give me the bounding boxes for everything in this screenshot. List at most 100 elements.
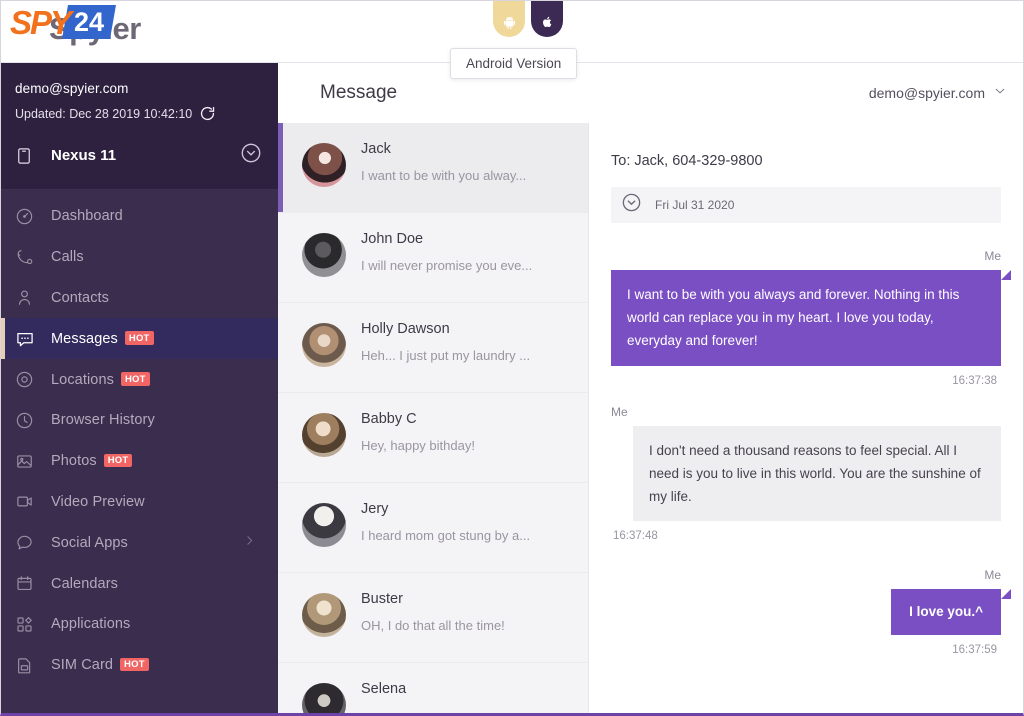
avatar (302, 323, 346, 367)
list-item[interactable]: Jack I want to be with you alway... (278, 123, 588, 213)
contact-name: Babby C (361, 411, 417, 427)
device-chevron-down-circle-icon[interactable] (240, 142, 262, 169)
sidebar-item-label: Dashboard (51, 208, 123, 225)
account-email: demo@spyier.com (15, 81, 129, 96)
list-item[interactable]: Holly Dawson Heh... I just put my laundr… (278, 303, 588, 393)
contact-snippet: OH, I do that all the time! (361, 618, 505, 633)
contact-name: Buster (361, 591, 403, 607)
logo-spy-text: SPY (10, 4, 72, 41)
sidebar-item-label: Locations HOT (51, 372, 150, 388)
sidebar-item-browser-history[interactable]: Browser History (1, 400, 278, 441)
message-sender: Me (611, 404, 628, 419)
message-outgoing: Me I love you.^ 16:37:59 (611, 568, 1001, 656)
phone-icon (15, 248, 43, 267)
list-item[interactable]: Buster OH, I do that all the time! (278, 573, 588, 663)
avatar (302, 683, 346, 713)
account-updated-label: Updated: Dec 28 2019 10:42:10 (15, 106, 193, 121)
sidebar-item-social-apps[interactable]: Social Apps (1, 522, 278, 563)
message-panes: Jack I want to be with you alway... John… (278, 123, 1023, 713)
chat-bubble-icon (15, 533, 43, 552)
chevron-right-icon (243, 534, 256, 552)
refresh-icon[interactable] (199, 105, 216, 122)
avatar (302, 593, 346, 637)
device-phone-icon (15, 145, 43, 167)
sidebar-item-dashboard[interactable]: Dashboard (1, 196, 278, 237)
os-tab-tooltip: Android Version (450, 48, 578, 79)
date-separator-label: Fri Jul 31 2020 (655, 198, 735, 212)
avatar (302, 503, 346, 547)
sidebar-item-label: SIM Card HOT (51, 657, 149, 673)
message-thread: To: Jack, 604-329-9800 Fri Jul 31 2020 M… (589, 123, 1023, 713)
clock-icon (15, 411, 43, 430)
date-chevron-down-circle-icon (621, 192, 642, 218)
message-time: 16:37:59 (952, 643, 997, 656)
sidebar-item-locations[interactable]: Locations HOT (1, 359, 278, 400)
sidebar-item-applications[interactable]: Applications (1, 604, 278, 645)
logo-24-text: 24 (73, 7, 105, 37)
sidebar: demo@spyier.com Updated: Dec 28 2019 10:… (1, 63, 278, 713)
sidebar-item-video-preview[interactable]: Video Preview (1, 482, 278, 523)
contact-name: Selena (361, 681, 407, 697)
sidebar-item-label: Contacts (51, 289, 110, 306)
hot-badge: HOT (120, 372, 150, 386)
top-bar: Spyier SPY 24 Android Version (1, 1, 1023, 79)
android-icon (503, 16, 515, 30)
sidebar-item-photos[interactable]: Photos HOT (1, 441, 278, 482)
date-separator[interactable]: Fri Jul 31 2020 (611, 187, 1001, 223)
message-time: 16:37:38 (952, 374, 997, 387)
image-icon (15, 452, 43, 471)
conversation-list[interactable]: Jack I want to be with you alway... John… (278, 123, 589, 713)
brand-logo[interactable]: Spyier SPY 24 (7, 3, 197, 49)
hot-badge: HOT (124, 331, 154, 345)
account-updated-row: Updated: Dec 28 2019 10:42:10 (15, 105, 278, 122)
message-sender: Me (984, 249, 1001, 263)
contact-name: Jack (361, 141, 391, 157)
avatar (302, 143, 346, 187)
page-title: Message (320, 82, 398, 103)
device-selector[interactable]: Nexus 11 (1, 122, 278, 190)
user-menu[interactable]: demo@spyier.com (869, 84, 1007, 103)
user-menu-label: demo@spyier.com (868, 85, 985, 101)
contact-snippet: I heard mom got stung by a... (361, 528, 531, 543)
sim-card-icon (15, 656, 43, 675)
message-bubble: I love you.^ (891, 589, 1001, 635)
device-name: Nexus 11 (51, 147, 117, 164)
dashboard-icon (15, 207, 43, 226)
list-item[interactable]: Selena (278, 663, 588, 713)
android-tab[interactable] (493, 1, 525, 37)
sidebar-item-contacts[interactable]: Contacts (1, 278, 278, 319)
message-sender: Me (984, 568, 1001, 583)
message-icon (15, 329, 43, 349)
video-camera-icon (15, 492, 43, 511)
os-version-tabs[interactable] (493, 1, 563, 37)
thread-recipient: To: Jack, 604-329-9800 (611, 153, 763, 169)
contact-name: Holly Dawson (361, 321, 450, 337)
hot-badge: HOT (103, 453, 133, 468)
sidebar-item-label: Browser History (51, 412, 155, 429)
list-item[interactable]: Jery I heard mom got stung by a... (278, 483, 588, 573)
sidebar-account-block: demo@spyier.com Updated: Dec 28 2019 10:… (1, 63, 278, 122)
list-item[interactable]: Babby C Hey, happy bithday! (278, 393, 588, 483)
sidebar-item-messages[interactable]: Messages HOT (1, 318, 278, 360)
contact-name: John Doe (361, 231, 424, 247)
sidebar-nav: Dashboard Calls Contacts Messages HOT Lo… (1, 190, 278, 686)
apple-icon (543, 16, 552, 28)
sidebar-item-label: Video Preview (51, 493, 145, 510)
sidebar-item-calls[interactable]: Calls (1, 237, 278, 278)
sidebar-item-calendars[interactable]: Calendars (1, 563, 278, 604)
sidebar-item-label: Photos HOT (51, 453, 133, 469)
calendar-icon (15, 574, 43, 593)
sidebar-item-sim-card[interactable]: SIM Card HOT (1, 645, 278, 686)
sidebar-item-label: Applications (51, 616, 131, 633)
ios-tab[interactable] (531, 1, 563, 37)
logo-24-badge: 24 (62, 5, 116, 39)
contact-snippet: I will never promise you eve... (361, 258, 533, 273)
contact-snippet: Heh... I just put my laundry ... (361, 348, 531, 363)
apps-grid-icon (15, 615, 43, 634)
message-outgoing: Me I want to be with you always and fore… (611, 249, 1001, 387)
sidebar-item-label: Calls (51, 249, 84, 266)
list-item[interactable]: John Doe I will never promise you eve... (278, 213, 588, 303)
message-bubble: I want to be with you always and forever… (611, 270, 1001, 366)
avatar (302, 233, 346, 277)
app-window: Spyier SPY 24 Android Version demo@spyie… (0, 0, 1024, 716)
